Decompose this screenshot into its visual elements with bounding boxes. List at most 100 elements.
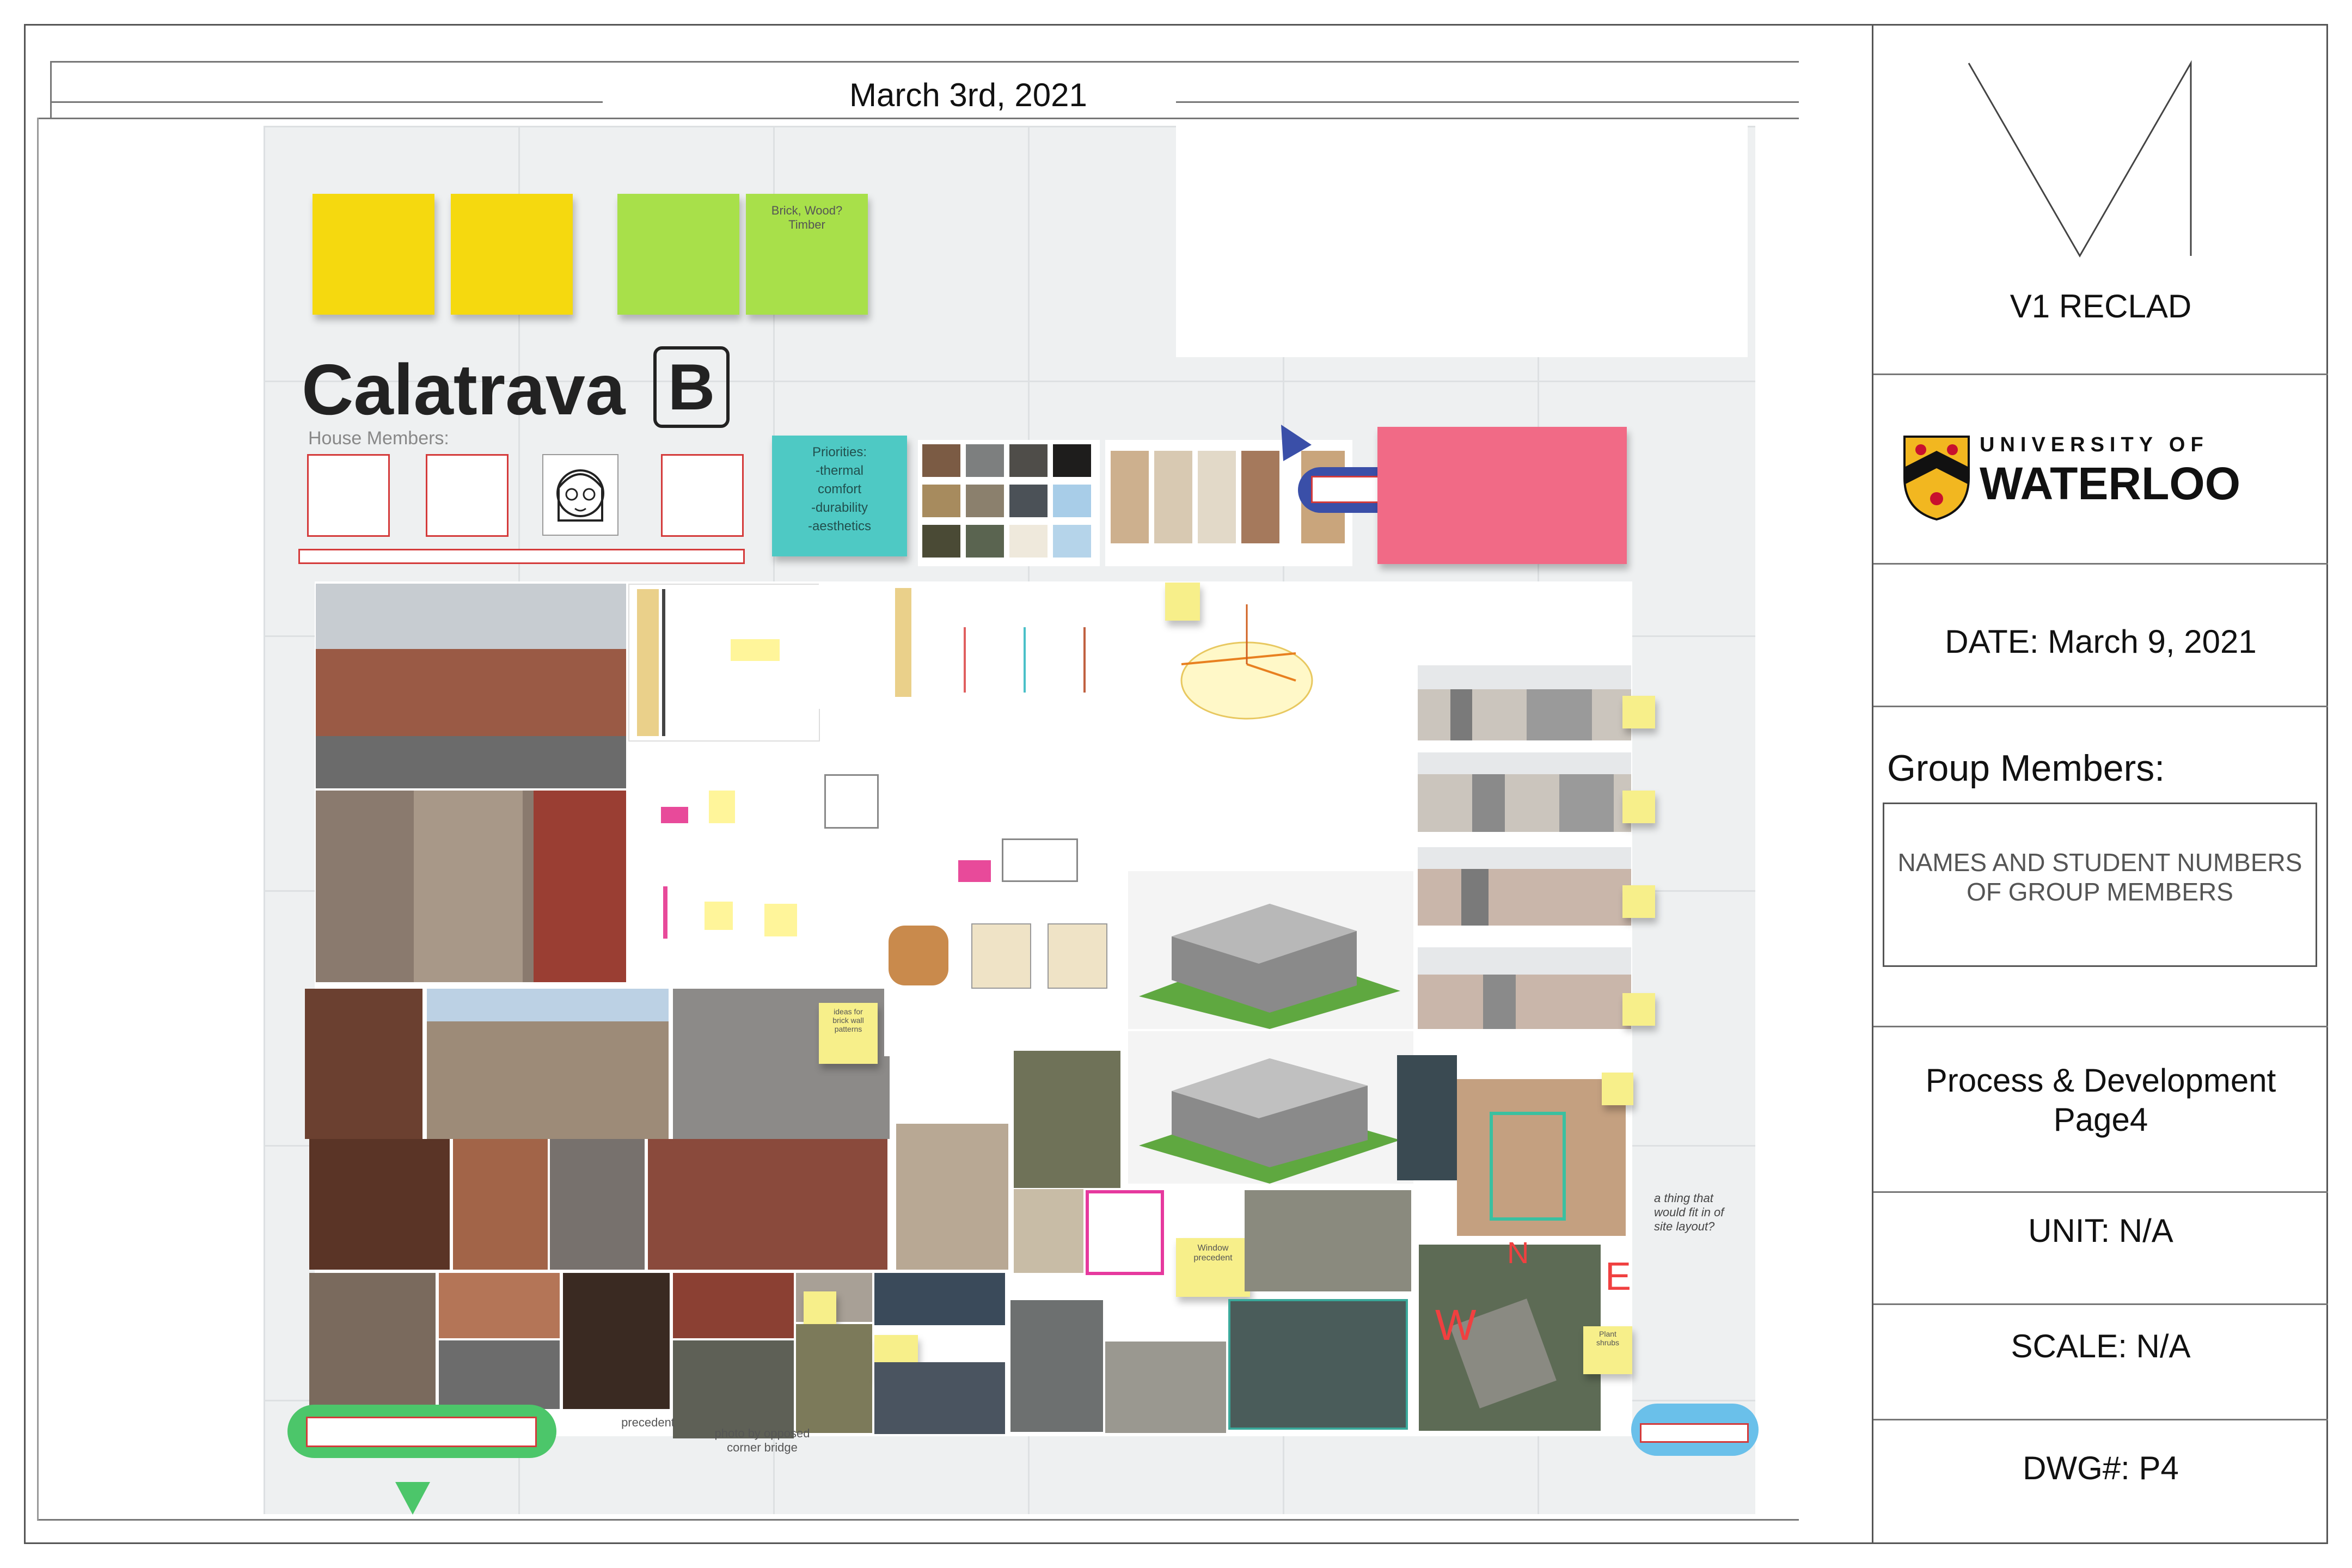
facade-elevation-2[interactable] (1418, 752, 1631, 832)
photo-perforated-facade[interactable] (1014, 1189, 1083, 1273)
photo-city-tower[interactable] (874, 1273, 1005, 1325)
tb-divider-4 (1873, 1026, 2328, 1027)
sticky-note-elevation-1[interactable] (1622, 696, 1655, 728)
header-tick (50, 61, 52, 118)
caption-photo-bridge: photo by opposed corner bridge (714, 1426, 810, 1454)
sticky-note-elevation-2[interactable] (1622, 791, 1655, 823)
photo-brick-apartment-street[interactable] (316, 584, 626, 788)
name-tag-green[interactable] (287, 1405, 556, 1458)
sticky-note-questions[interactable] (1377, 427, 1627, 564)
sticky-note-window-precedent[interactable]: Window precedent (1176, 1238, 1250, 1297)
university-name-line1: UNIVERSITY OF (1980, 433, 2209, 456)
photo-courtyard-building[interactable] (673, 1340, 794, 1438)
roof-edge-detail-sketch[interactable] (893, 751, 1127, 915)
tb-divider-3 (1873, 706, 2328, 707)
sticky-note-brick-patterns[interactable]: ideas for brick wall patterns (819, 1003, 878, 1064)
photo-long-building[interactable] (1105, 1342, 1226, 1433)
house-member-box-3[interactable] (661, 454, 744, 537)
university-name-line2: WATERLOO (1980, 458, 2241, 509)
title-block-scale: SCALE: N/A (2011, 1328, 2191, 1364)
wall-detail-sketches[interactable] (958, 584, 1138, 709)
photo-night-brick-building[interactable] (563, 1273, 670, 1409)
sticky-note-green-2[interactable]: Brick, Wood? Timber (746, 194, 868, 315)
sticky-note-green-1[interactable] (617, 194, 739, 315)
photo-highrise-teal[interactable] (1228, 1299, 1408, 1430)
photo-brick-tower-facades[interactable] (316, 791, 626, 982)
house-member-box-1[interactable] (307, 454, 390, 537)
sticky-note-site[interactable]: Plant shrubs (1583, 1326, 1632, 1374)
tb-divider-7 (1873, 1419, 2328, 1420)
title-block-date: DATE: March 9, 2021 (1945, 623, 2257, 660)
sticky-note-elevation-4[interactable] (1622, 993, 1655, 1026)
board-title-letter-badge: B (653, 346, 730, 428)
photo-glass-building[interactable] (1014, 1051, 1120, 1188)
tb-divider-2 (1873, 563, 2328, 565)
material-swatches-dark (918, 440, 1100, 566)
header-rule-top (50, 61, 1799, 63)
sheet-title-line2: Page4 (2053, 1101, 2148, 1138)
foundation-detail-sketch[interactable] (628, 742, 904, 905)
photo-street-night[interactable] (874, 1362, 1005, 1434)
sticky-note-wood-facade[interactable] (1602, 1073, 1633, 1105)
wall-section-sketch-1[interactable] (628, 584, 820, 742)
sticky-note-elevation-3[interactable] (1622, 885, 1655, 918)
photo-landscape-building[interactable] (796, 1324, 872, 1433)
window-sill-detail-sketch[interactable] (628, 882, 884, 989)
photo-window-precedent[interactable] (1086, 1190, 1164, 1275)
v1-logo-mark (1960, 60, 2205, 267)
house-members-text-field[interactable] (298, 549, 745, 564)
render-3d-building-2[interactable] (1128, 1031, 1413, 1184)
photo-brick-texture-2[interactable] (439, 1340, 560, 1409)
house-members-label: House Members: (308, 428, 449, 449)
header-rule-bottom (37, 118, 1799, 119)
photo-perforated-brick-1[interactable] (309, 1139, 450, 1270)
sun-path-diagram[interactable] (1165, 583, 1328, 735)
project-name: V1 RECLAD (2010, 288, 2192, 324)
photo-brick-relief-gable[interactable] (427, 989, 669, 1139)
photo-stone-tower[interactable] (896, 1124, 1008, 1270)
compass-label-west: W (1435, 1301, 1477, 1349)
tb-divider-1 (1873, 373, 2328, 375)
header-rule-right (1176, 101, 1799, 103)
title-block-divider (1872, 24, 1873, 1544)
facade-elevation-1[interactable] (1418, 665, 1631, 740)
photo-brick-texture-1[interactable] (439, 1273, 560, 1338)
group-members-field[interactable]: NAMES AND STUDENT NUMBERS OF GROUP MEMBE… (1883, 803, 2317, 967)
photo-perforated-brick-2[interactable] (453, 1139, 548, 1270)
facade-elevation-3[interactable] (1418, 847, 1631, 926)
wall-section-sketch-2[interactable] (819, 584, 955, 709)
photo-wood-facade[interactable] (1457, 1079, 1626, 1236)
photo-mesh-facade[interactable] (1010, 1300, 1103, 1432)
photo-glass-atrium[interactable] (1397, 1055, 1457, 1180)
handwritten-annotation: a thing that would fit in of site layout… (1654, 1191, 1724, 1233)
sticky-note-yellow-1[interactable] (313, 194, 434, 315)
footer-rule (37, 1519, 1799, 1521)
render-3d-building-1[interactable] (1128, 871, 1413, 1029)
title-block-unit: UNIT: N/A (2028, 1212, 2173, 1249)
sticky-note-yellow-2[interactable] (451, 194, 573, 315)
tb-divider-6 (1873, 1303, 2328, 1305)
sticky-note-small-1[interactable] (804, 1291, 836, 1324)
title-block-dwg-number: DWG#: P4 (2023, 1450, 2179, 1486)
photo-brick-entry[interactable] (305, 989, 422, 1139)
tb-divider-5 (1873, 1191, 2328, 1193)
facade-elevation-4[interactable] (1418, 947, 1631, 1029)
name-tag-blue-small[interactable] (1631, 1404, 1759, 1456)
photo-brick-pattern-facade[interactable] (648, 1139, 887, 1270)
board-title: Calatrava (302, 350, 626, 430)
compass-label-east: E (1605, 1255, 1632, 1298)
photo-grey-block-building[interactable] (550, 1139, 645, 1270)
photo-concrete-wall[interactable] (1245, 1190, 1411, 1291)
photo-brick-wall-planter[interactable] (673, 1273, 794, 1338)
sticky-note-priorities[interactable]: Priorities: -thermal comfort -durability… (772, 436, 907, 556)
house-member-avatar[interactable] (542, 454, 618, 536)
group-members-label: Group Members: (1887, 748, 2165, 789)
caption-precedent: precedent (621, 1416, 675, 1429)
waterloo-shield-icon (1902, 434, 1971, 522)
cursor-pointer-green (395, 1482, 430, 1515)
house-member-box-2[interactable] (426, 454, 509, 537)
photo-tall-brick-tower[interactable] (309, 1273, 436, 1409)
header-rule-left (50, 101, 603, 103)
sheet-title-line1: Process & Development (1925, 1062, 2276, 1099)
clt-panel-sketches[interactable] (884, 915, 1113, 1056)
